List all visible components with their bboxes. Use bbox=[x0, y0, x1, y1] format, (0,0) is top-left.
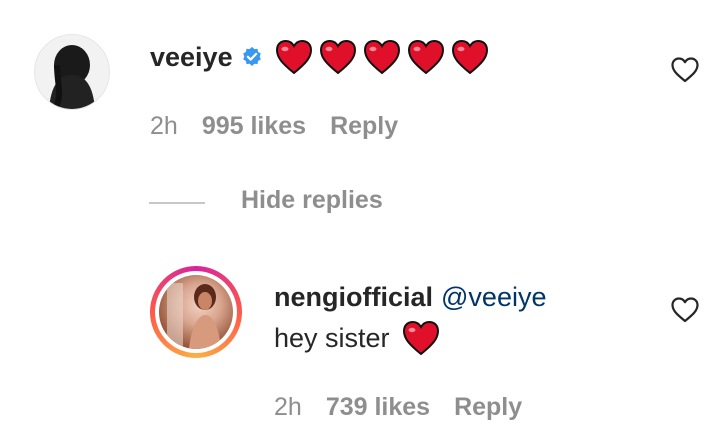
replies-divider bbox=[149, 202, 205, 204]
avatar-veeiye[interactable] bbox=[34, 34, 110, 110]
red-heart-icon bbox=[363, 39, 400, 75]
reply-meta: 2h 739 likes Reply bbox=[274, 393, 546, 422]
red-heart-icon bbox=[275, 39, 312, 75]
reply-reply-button[interactable]: Reply bbox=[454, 393, 522, 421]
story-ring[interactable] bbox=[150, 266, 242, 358]
reply-username[interactable]: nengiofficial bbox=[274, 282, 433, 313]
red-heart-icon bbox=[402, 320, 439, 356]
reply-header: nengiofficial @veeiye bbox=[274, 278, 546, 316]
hide-replies-button[interactable]: Hide replies bbox=[241, 186, 383, 215]
verified-badge-icon bbox=[242, 46, 261, 66]
reply-text-body: hey sister bbox=[274, 322, 390, 353]
comment-header: veeiye bbox=[150, 38, 489, 76]
reply-text: hey sister bbox=[274, 320, 440, 356]
reply-mention-link[interactable]: @veeiye bbox=[441, 282, 546, 313]
comment-time: 2h bbox=[150, 112, 178, 140]
heart-outline-icon[interactable] bbox=[670, 296, 700, 324]
avatar-nengiofficial[interactable] bbox=[159, 275, 233, 349]
red-heart-icon bbox=[319, 39, 356, 75]
red-heart-icon bbox=[451, 39, 488, 75]
red-heart-icon bbox=[407, 39, 444, 75]
reply-time: 2h bbox=[274, 393, 302, 421]
comment-text bbox=[275, 39, 489, 75]
comment-meta: 2h 995 likes Reply bbox=[150, 112, 422, 141]
heart-outline-icon[interactable] bbox=[670, 56, 700, 84]
comment-reply-button[interactable]: Reply bbox=[330, 112, 398, 140]
comment-username[interactable]: veeiye bbox=[150, 42, 233, 73]
comment-likes[interactable]: 995 likes bbox=[202, 112, 306, 140]
reply-likes[interactable]: 739 likes bbox=[326, 393, 430, 421]
